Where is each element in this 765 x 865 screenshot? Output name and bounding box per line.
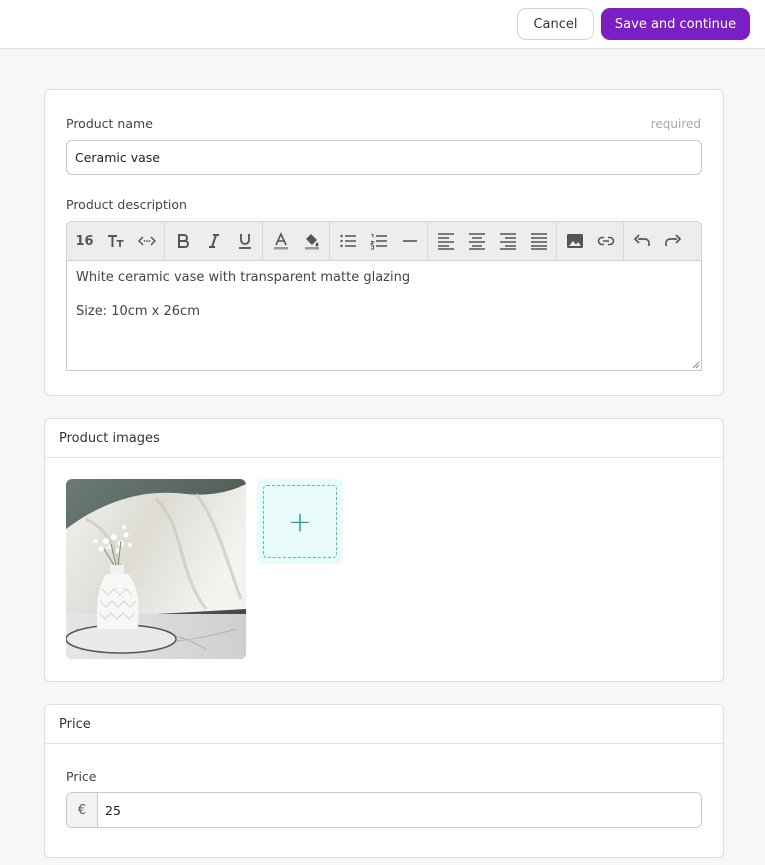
description-editor[interactable]: White ceramic vase with transparent matt… [66,261,702,371]
text-case-icon[interactable] [100,226,131,256]
undo-icon[interactable] [626,226,657,256]
horizontal-rule-icon[interactable] [394,226,425,256]
plus-icon: + [288,505,312,538]
product-images-title: Product images [45,419,723,458]
price-title: Price [45,705,723,744]
align-left-icon[interactable] [430,226,461,256]
price-input[interactable] [98,793,701,827]
currency-prefix: € [67,793,98,827]
price-field: € [66,792,702,828]
italic-icon[interactable] [198,226,229,256]
top-bar: Cancel Save and continue [0,0,765,49]
product-images-card: Product images + [44,418,724,682]
font-size-value: 16 [75,233,94,249]
product-image-thumbnail[interactable] [66,479,246,659]
product-name-label: Product name [66,116,153,131]
justify-icon[interactable] [523,226,554,256]
cancel-button[interactable]: Cancel [517,8,594,40]
product-details-card: Product name required Product descriptio… [44,89,724,396]
underline-icon[interactable] [229,226,260,256]
price-label: Price [66,769,97,784]
font-size-button[interactable]: 16 [69,226,100,256]
description-line: White ceramic vase with transparent matt… [76,270,411,285]
price-card: Price Price € [44,704,724,858]
add-image-button[interactable]: + [257,479,343,564]
bulleted-list-icon[interactable] [332,226,363,256]
insert-image-icon[interactable] [559,226,590,256]
align-right-icon[interactable] [492,226,523,256]
product-name-input[interactable] [66,140,702,175]
numbered-list-icon[interactable] [363,226,394,256]
description-line: Size: 10cm x 26cm [76,304,200,319]
redo-icon[interactable] [657,226,688,256]
save-and-continue-button[interactable]: Save and continue [601,8,750,40]
code-view-icon[interactable] [131,226,162,256]
product-description-label: Product description [66,197,187,212]
align-center-icon[interactable] [461,226,492,256]
resize-handle-icon[interactable] [692,361,700,369]
font-color-icon[interactable] [265,226,296,256]
insert-link-icon[interactable] [590,226,621,256]
bold-icon[interactable] [167,226,198,256]
required-label: required [650,117,701,131]
editor-toolbar: 16 [66,221,702,261]
highlight-color-icon[interactable] [296,226,327,256]
